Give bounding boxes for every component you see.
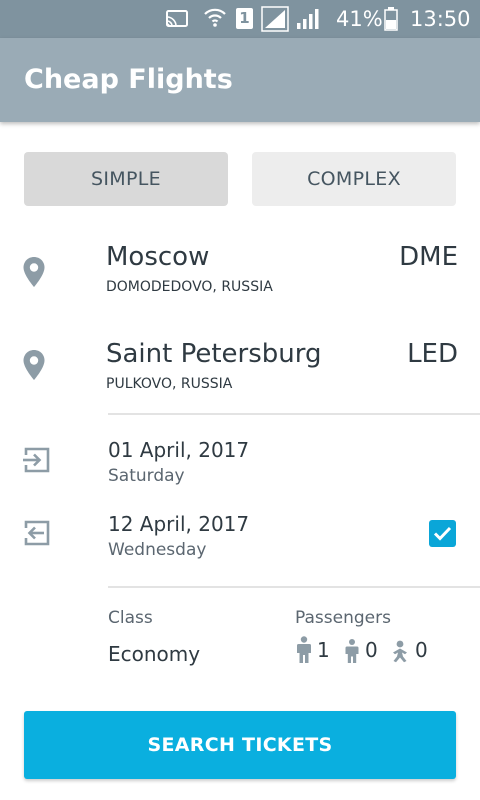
adult-icon xyxy=(297,636,311,663)
simple-mode-label: SIMPLE xyxy=(91,168,161,190)
check-icon xyxy=(433,526,452,541)
simple-mode-tab[interactable]: SIMPLE xyxy=(24,152,228,206)
app-bar: Cheap Flights xyxy=(0,38,480,122)
clock: 13:50 xyxy=(410,7,471,31)
wifi-icon xyxy=(204,8,226,27)
status-bar: 1 41% 13:50 xyxy=(0,0,480,38)
children-count: 0 xyxy=(343,636,378,664)
infants-number: 0 xyxy=(415,638,428,662)
class-value: Economy xyxy=(108,642,201,666)
return-checkbox[interactable] xyxy=(429,520,456,547)
search-tickets-button[interactable]: SEARCH TICKETS xyxy=(24,711,456,779)
battery-percent: 41% xyxy=(336,7,383,31)
sim-icon: 1 xyxy=(236,8,253,29)
child-icon xyxy=(345,639,359,663)
search-tickets-label: SEARCH TICKETS xyxy=(147,734,333,756)
departure-icon xyxy=(23,447,50,473)
location-pin-icon xyxy=(23,350,45,380)
adults-number: 1 xyxy=(317,638,330,662)
return-icon xyxy=(24,520,50,546)
children-number: 0 xyxy=(365,638,378,662)
complex-mode-tab[interactable]: COMPLEX xyxy=(252,152,456,206)
origin-airport: DOMODEDOVO, RUSSIA xyxy=(106,279,273,295)
location-pin-icon xyxy=(23,257,45,287)
departure-weekday: Saturday xyxy=(108,466,185,486)
divider xyxy=(108,586,480,588)
return-weekday: Wednesday xyxy=(108,540,207,560)
divider xyxy=(108,413,480,415)
origin-code: DME xyxy=(399,242,458,272)
complex-mode-label: COMPLEX xyxy=(307,168,401,190)
infant-icon xyxy=(393,640,407,663)
destination-airport: PULKOVO, RUSSIA xyxy=(106,376,233,392)
destination-city: Saint Petersburg xyxy=(106,339,322,369)
signal-icon xyxy=(261,6,289,32)
signal-icon xyxy=(297,9,319,29)
app-title: Cheap Flights xyxy=(24,64,233,95)
passengers-label: Passengers xyxy=(295,608,391,628)
cast-icon xyxy=(166,10,188,27)
battery-icon xyxy=(384,7,398,31)
destination-code: LED xyxy=(407,339,458,369)
adults-count: 1 xyxy=(295,636,330,664)
departure-date: 01 April, 2017 xyxy=(108,438,250,462)
infants-count: 0 xyxy=(389,636,428,664)
sim-number: 1 xyxy=(239,9,250,27)
return-date: 12 April, 2017 xyxy=(108,512,250,536)
origin-city: Moscow xyxy=(106,242,210,272)
class-label: Class xyxy=(108,608,153,628)
